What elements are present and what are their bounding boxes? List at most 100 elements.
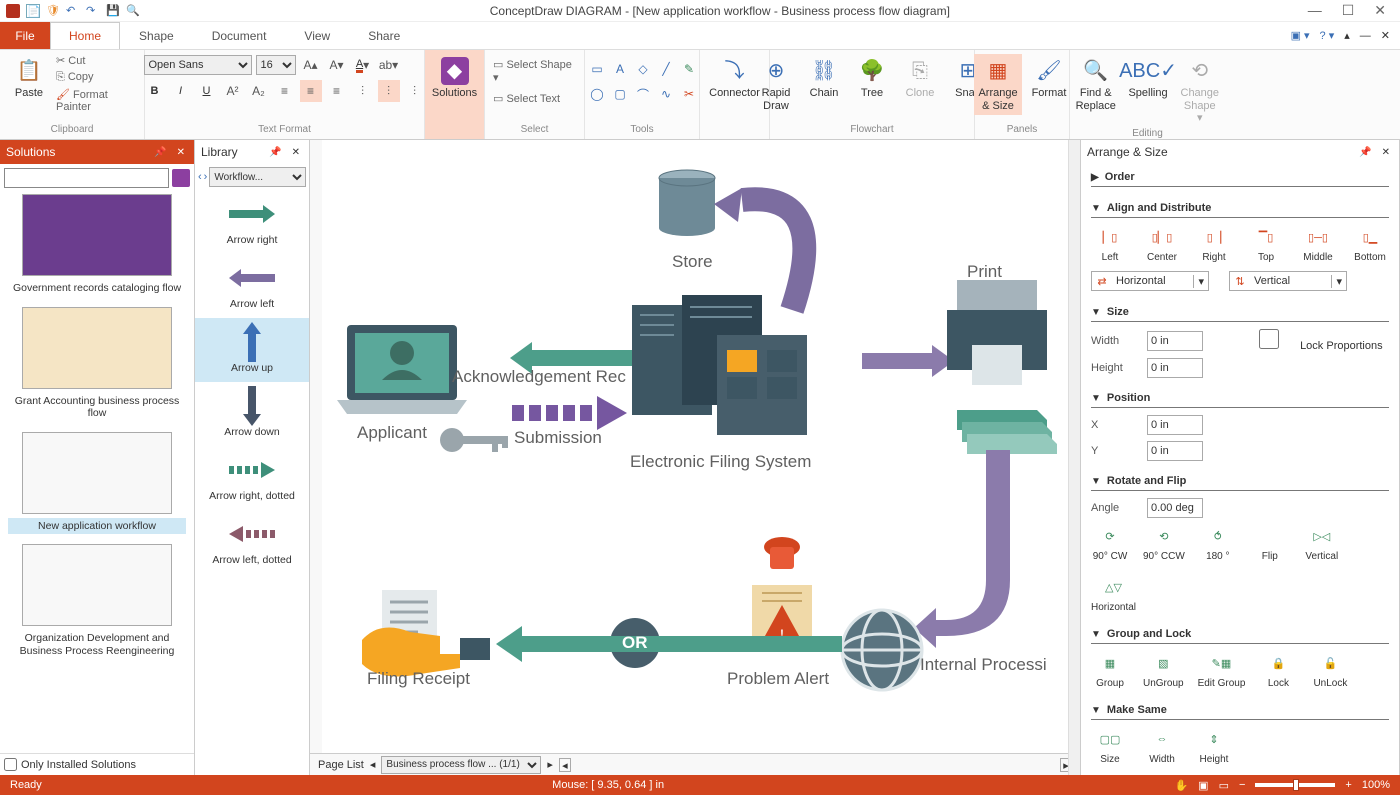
solution-item[interactable]: Government records cataloging flow [8,194,186,297]
tool-rrect-icon[interactable]: ▢ [609,83,631,105]
library-shape[interactable]: Arrow left [195,254,309,318]
library-shape[interactable]: Arrow up [195,318,309,382]
distribute-horizontal[interactable]: Horizontal [1112,275,1193,287]
copy-button[interactable]: ⎘ Copy [56,71,94,84]
align-middle-icon[interactable]: ⫶ [378,80,400,102]
pin-icon[interactable]: 📌 [1356,147,1374,158]
zoom-out-icon[interactable]: − [1239,779,1245,791]
section-rotate[interactable]: ▼Rotate and Flip [1091,472,1389,491]
pin-icon[interactable]: 📌 [151,147,169,158]
group-button[interactable]: ▦Group [1091,652,1129,689]
section-group[interactable]: ▼Group and Lock [1091,625,1389,644]
tab-shape[interactable]: Shape [120,22,193,49]
edit-group-button[interactable]: ✎▦Edit Group [1198,652,1246,689]
grow-font-icon[interactable]: A▴ [300,54,322,76]
bold-icon[interactable]: B [144,80,166,102]
section-position[interactable]: ▼Position [1091,389,1389,408]
format-painter-button[interactable]: 🖌 Format Painter [56,88,136,113]
change-shape-button[interactable]: ⟲Change Shape▾ [1175,54,1225,128]
width-input[interactable] [1147,331,1203,351]
library-shape[interactable]: Arrow right, dotted [195,446,309,510]
tool-poly-icon[interactable]: ◇ [632,58,654,80]
library-shape[interactable]: Arrow down [195,382,309,446]
panel-toggle-icon[interactable]: ▣ ▾ [1291,29,1310,42]
lock-button[interactable]: 🔒Lock [1259,652,1297,689]
tool-rect-icon[interactable]: ▭ [586,58,608,80]
page-next-icon[interactable]: ▸ [547,758,553,771]
cut-button[interactable]: ✂ Cut [56,54,85,67]
same-height-button[interactable]: ⇕Height [1195,728,1233,765]
library-dropdown[interactable]: Workflow... [209,167,306,187]
flip-horizontal-button[interactable]: △▽Horizontal [1091,576,1136,613]
maximize-button[interactable]: ☐ [1342,2,1355,19]
page-prev-icon[interactable]: ◂ [370,758,376,771]
tool-arc-icon[interactable]: ⌒ [632,83,654,105]
tool-pencil-icon[interactable]: ✎ [678,58,700,80]
file-tab[interactable]: File [0,22,50,49]
align-left-icon[interactable]: ≡ [274,80,296,102]
subscript-icon[interactable]: A₂ [248,80,270,102]
library-shape[interactable]: Arrow right [195,190,309,254]
select-text-button[interactable]: ▭ Select Text [493,92,560,105]
paste-button[interactable]: 📋 Paste [8,54,50,103]
highlight-icon[interactable]: ab▾ [378,54,400,76]
select-shape-button[interactable]: ▭ Select Shape ▾ [493,58,576,84]
tab-share[interactable]: Share [349,22,419,49]
save-icon[interactable]: 💾 [106,4,120,18]
ungroup-button[interactable]: ▧UnGroup [1143,652,1184,689]
font-color-icon[interactable]: A▾ [352,54,374,76]
section-size[interactable]: ▼Size [1091,303,1389,322]
rotate-180-button[interactable]: ⥀180 ° [1199,525,1237,562]
same-width-button[interactable]: ⇔Width [1143,728,1181,765]
hand-tool-icon[interactable]: ✋ [1174,779,1188,792]
x-input[interactable] [1147,415,1203,435]
fit-width-icon[interactable]: ▭ [1219,779,1229,792]
align-bottom-icon[interactable]: ⫶ [404,80,426,102]
rotate-ccw-button[interactable]: ⟲90° CCW [1143,525,1185,562]
spelling-button[interactable]: ABC✓Spelling [1127,54,1169,103]
underline-icon[interactable]: U [196,80,218,102]
shrink-font-icon[interactable]: A▾ [326,54,348,76]
align-top-button[interactable]: ▔▯Top [1247,226,1285,263]
section-order[interactable]: ▶Order [1091,168,1389,187]
scrollbar-vertical[interactable] [1068,140,1080,775]
align-left-button[interactable]: ▏▯Left [1091,226,1129,263]
align-top-icon[interactable]: ⫶ [352,80,374,102]
close-button[interactable]: ✕ [1374,2,1386,19]
align-center-button[interactable]: ▯▏▯Center [1143,226,1181,263]
ribbon-restore-icon[interactable]: — [1360,30,1371,42]
arrange-size-button[interactable]: ▦Arrange & Size [974,54,1022,115]
close-panel-icon[interactable]: ✕ [1379,147,1393,158]
flip-vertical-button[interactable]: ▷◁Vertical [1303,525,1341,562]
tool-text-icon[interactable]: A [609,58,631,80]
tool-line-icon[interactable]: ╱ [655,58,677,80]
same-size-button[interactable]: ▢▢Size [1091,728,1129,765]
clone-button[interactable]: ⎘Clone [899,54,941,103]
align-middle-button[interactable]: ▯─▯Middle [1299,226,1337,263]
solution-item[interactable]: Organization Development and Business Pr… [8,544,186,659]
font-size-select[interactable]: 16 [256,55,296,75]
distribute-vertical[interactable]: Vertical [1250,275,1331,287]
align-right-button[interactable]: ▯▕Right [1195,226,1233,263]
lib-prev-icon[interactable]: ‹ [198,171,202,183]
library-shape[interactable]: Arrow left, dotted [195,510,309,574]
only-installed-checkbox[interactable] [4,758,17,771]
font-select[interactable]: Open Sans [144,55,252,75]
fit-page-icon[interactable]: ▣ [1198,779,1208,792]
lock-proportions-checkbox[interactable] [1241,329,1297,349]
rapid-draw-button[interactable]: ⊕Rapid Draw [755,54,797,115]
minimize-button[interactable]: — [1308,2,1322,19]
zoom-level[interactable]: 100% [1362,779,1390,791]
tab-home[interactable]: Home [50,22,120,49]
solutions-logo-icon[interactable] [172,169,190,187]
zoom-icon[interactable]: 🔍 [126,4,140,18]
tab-view[interactable]: View [285,22,349,49]
tab-document[interactable]: Document [193,22,286,49]
diagram-canvas[interactable]: ! Store Print Applicant Acknowledgement … [322,140,1068,753]
superscript-icon[interactable]: A² [222,80,244,102]
chain-button[interactable]: ⛓Chain [803,54,845,103]
angle-input[interactable] [1147,498,1203,518]
zoom-slider[interactable] [1255,783,1335,787]
section-same[interactable]: ▼Make Same [1091,701,1389,720]
tool-ellipse-icon[interactable]: ◯ [586,83,608,105]
